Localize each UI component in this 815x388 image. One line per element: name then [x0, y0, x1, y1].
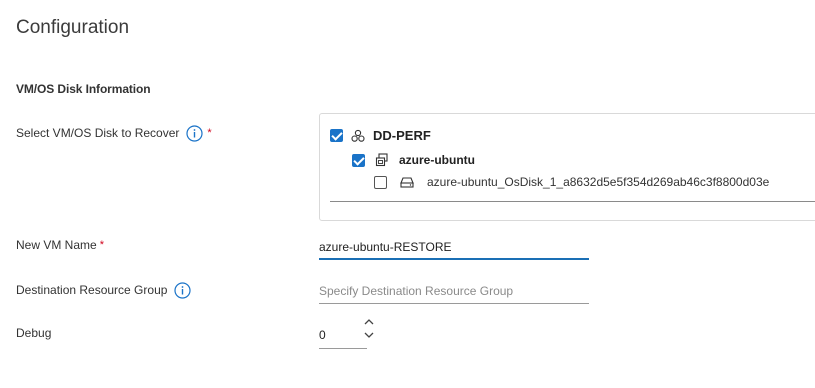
- disk-label: azure-ubuntu_OsDisk_1_a8632d5e5f354d269a…: [427, 175, 770, 189]
- debug-label: Debug: [16, 326, 52, 340]
- debug-input[interactable]: 0: [319, 328, 326, 342]
- destination-rg-label-row: Destination Resource Group: [16, 282, 192, 299]
- disk-checkbox[interactable]: [374, 175, 387, 189]
- destination-rg-label: Destination Resource Group: [16, 282, 168, 297]
- vm-label: azure-ubuntu: [399, 153, 475, 167]
- tree-node-vm[interactable]: azure-ubuntu: [352, 153, 475, 167]
- required-marker: *: [99, 239, 104, 251]
- select-disk-label: Select VM/OS Disk to Recover: [16, 125, 180, 140]
- info-icon[interactable]: [186, 125, 203, 142]
- new-vm-name-input[interactable]: azure-ubuntu-RESTORE: [319, 240, 452, 254]
- root-checkbox[interactable]: [330, 129, 343, 142]
- cluster-icon: [351, 129, 365, 143]
- debug-stepper[interactable]: [362, 318, 376, 340]
- tree-divider: [330, 201, 815, 202]
- disk-icon: [399, 175, 415, 189]
- destination-rg-input[interactable]: Specify Destination Resource Group: [319, 284, 513, 298]
- tree-node-root[interactable]: DD-PERF: [330, 128, 431, 143]
- tree-node-disk[interactable]: azure-ubuntu_OsDisk_1_a8632d5e5f354d269a…: [374, 175, 769, 189]
- section-title: VM/OS Disk Information: [16, 82, 151, 96]
- new-vm-name-label-row: New VM Name *: [16, 238, 104, 252]
- page-title: Configuration: [16, 17, 130, 38]
- chevron-down-icon[interactable]: [364, 332, 374, 338]
- destination-rg-underline: [319, 303, 589, 304]
- required-marker: *: [207, 126, 212, 139]
- chevron-up-icon[interactable]: [364, 319, 374, 325]
- debug-underline: [319, 348, 367, 349]
- vm-icon: [375, 153, 389, 167]
- new-vm-name-underline: [319, 258, 589, 260]
- select-disk-label-row: Select VM/OS Disk to Recover *: [16, 125, 212, 142]
- vm-checkbox[interactable]: [352, 153, 365, 167]
- root-label: DD-PERF: [373, 128, 431, 143]
- debug-label-row: Debug: [16, 326, 51, 340]
- info-icon[interactable]: [174, 282, 192, 299]
- new-vm-name-label: New VM Name: [16, 238, 97, 252]
